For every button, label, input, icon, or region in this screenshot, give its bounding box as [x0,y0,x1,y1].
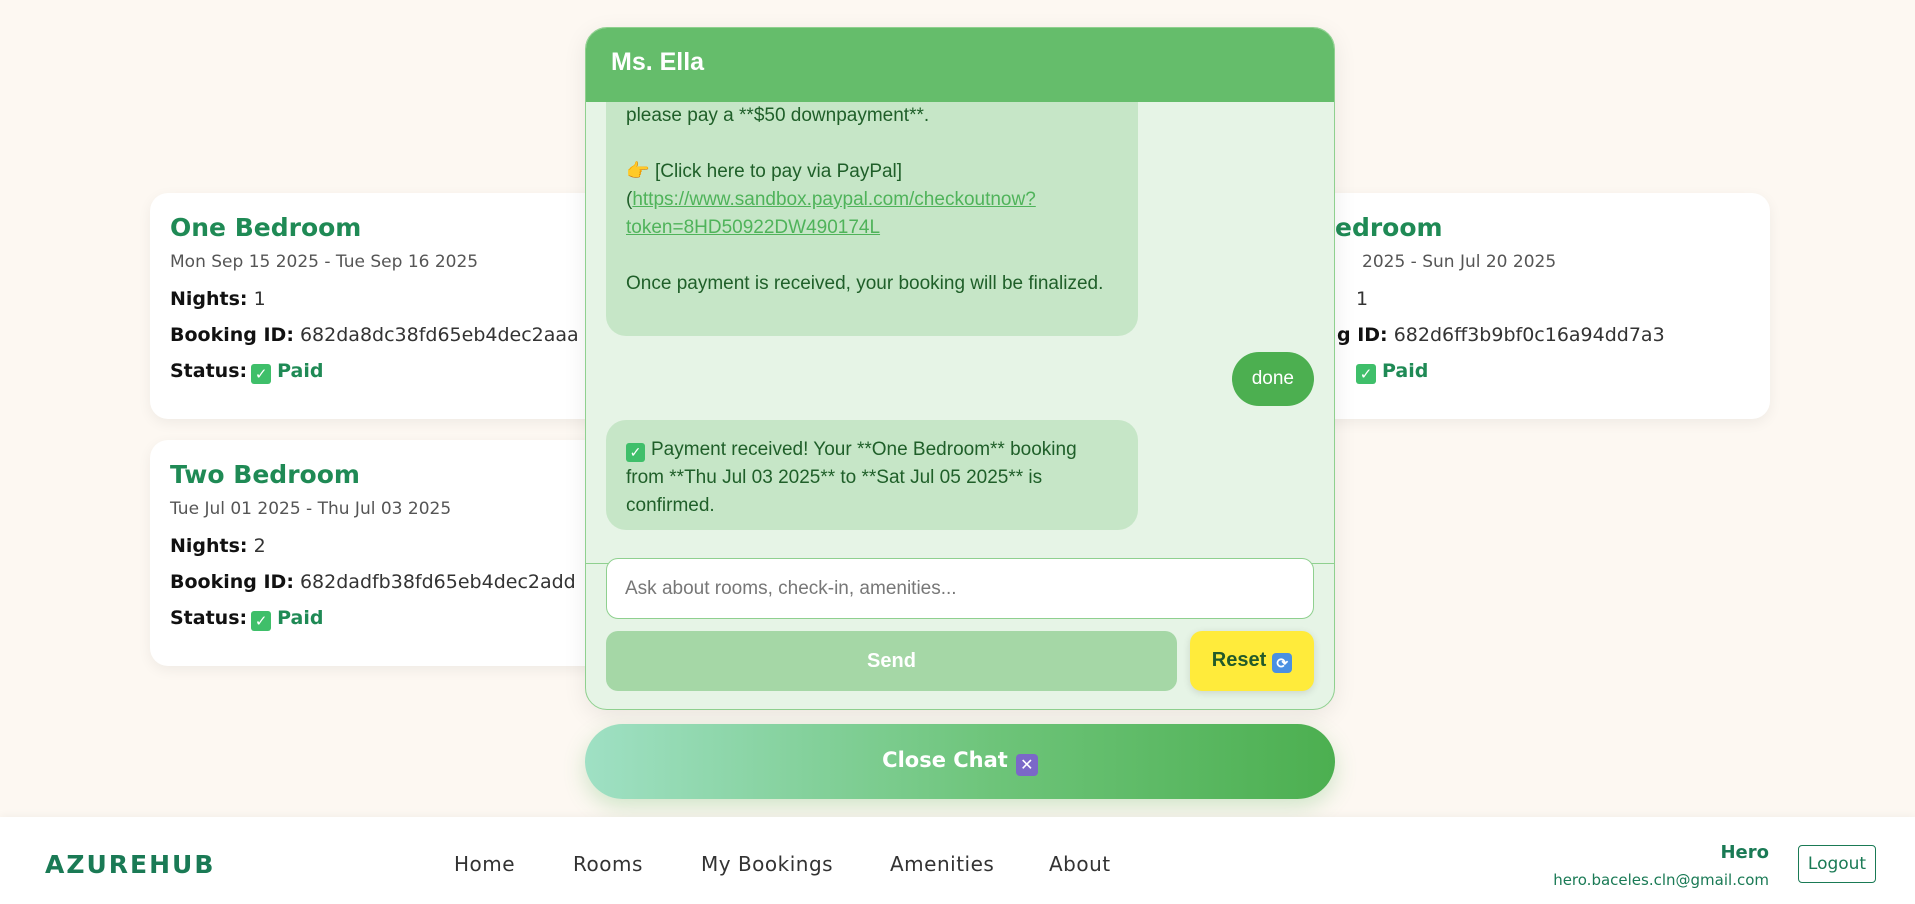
reset-label: Reset [1211,649,1267,671]
booking-status: ✓ Paid [1310,360,1750,384]
booking-id: Booking ID: 682dadfb38fd65eb4dec2add [170,571,590,593]
booking-nights: 1 [1310,288,1750,310]
status-label: Status: [170,360,248,382]
user-message: done [1231,352,1314,406]
message-text: 👉 [Click here to pay via PayPal] [626,161,903,182]
nights-value: 1 [253,288,266,310]
message-text: Once payment is received, your booking w… [626,273,1104,294]
booking-id-label: Booking ID: [170,571,294,593]
message-text: (https://www.sandbox.paypal.com/checkout… [626,189,1036,210]
status-value: Paid [1382,360,1429,382]
message-text: token=8HD50922DW490174L [626,214,1118,242]
booking-nights: Nights: 1 [170,288,590,310]
nights-value: 1 [1356,288,1369,310]
booking-id-label: g ID: [1337,324,1388,346]
booking-card: Two Bedroom Tue Jul 01 2025 - Thu Jul 03… [150,440,610,666]
check-icon: ✓ [626,443,645,462]
chat-title: Ms. Ella [586,28,1334,102]
booking-id-value: 682da8dc38fd65eb4dec2aaa [299,324,579,346]
booking-room-title: One Bedroom [170,213,362,242]
chat-window: Ms. Ella please pay a **$50 downpayment*… [585,27,1335,710]
bot-message: ✓ Payment received! Your **One Bedroom** … [606,420,1138,530]
nights-value: 2 [253,535,266,557]
bot-message: please pay a **$50 downpayment**. 👉 [Cli… [606,102,1138,336]
booking-status: Status: ✓ Paid [170,360,590,384]
booking-status: Status: ✓ Paid [170,607,590,631]
close-chat-label: Close Chat [882,747,1008,772]
booking-dates: 2025 - Sun Jul 20 2025 [1362,252,1557,272]
booking-nights: Nights: 2 [170,535,590,557]
nights-label: Nights: [170,535,248,557]
logout-button[interactable]: Logout [1798,845,1876,883]
nav-link-home[interactable]: Home [454,852,515,876]
pointing-hand-icon: 👉 [626,161,650,182]
booking-dates: Mon Sep 15 2025 - Tue Sep 16 2025 [170,252,479,272]
nav-link-rooms[interactable]: Rooms [573,852,643,876]
check-icon: ✓ [251,611,272,631]
booking-id-label: Booking ID: [170,324,294,346]
booking-id-value: 682dadfb38fd65eb4dec2add [299,571,576,593]
nights-label: Nights: [170,288,248,310]
status-label: Status: [170,607,248,629]
paypal-link[interactable]: https://www.sandbox.paypal.com/checkoutn… [632,189,1035,210]
paypal-link[interactable]: token=8HD50922DW490174L [626,217,880,238]
send-button[interactable]: Send [606,631,1177,691]
booking-room-title: Two Bedroom [170,460,360,489]
status-value: Paid [277,607,324,629]
user-email: hero.baceles.cln@gmail.com [1553,871,1769,889]
check-icon: ✓ [251,364,272,384]
booking-id: Booking ID: 682da8dc38fd65eb4dec2aaa [170,324,590,346]
nav-link-my-bookings[interactable]: My Bookings [701,852,833,876]
x-icon: ✕ [1015,753,1038,776]
nav-link-amenities[interactable]: Amenities [890,852,994,876]
user-name: Hero [1720,842,1769,863]
booking-dates: Tue Jul 01 2025 - Thu Jul 03 2025 [170,499,452,519]
nav-link-about[interactable]: About [1049,852,1111,876]
refresh-icon: ⟳ [1272,653,1293,673]
booking-id-value: 682d6ff3b9bf0c16a94dd7a3 [1393,324,1665,346]
booking-card: edroom 2025 - Sun Jul 20 2025 1 g ID: 68… [1290,193,1770,419]
navbar: AZUREHUB Home Rooms My Bookings Amenitie… [0,817,1915,904]
booking-id: g ID: 682d6ff3b9bf0c16a94dd7a3 [1310,324,1750,346]
message-text: please pay a **$50 downpayment**. [626,105,930,126]
brand-logo[interactable]: AZUREHUB [45,850,215,879]
chat-messages[interactable]: please pay a **$50 downpayment**. 👉 [Cli… [586,102,1334,564]
status-value: Paid [277,360,324,382]
booking-card: One Bedroom Mon Sep 15 2025 - Tue Sep 16… [150,193,610,419]
close-chat-button[interactable]: Close Chat ✕ [585,724,1335,799]
chat-input[interactable] [606,558,1314,619]
booking-room-title: edroom [1335,213,1443,242]
reset-button[interactable]: Reset ⟳ [1190,631,1314,691]
check-icon: ✓ [1356,364,1376,384]
message-text: ✓ Payment received! Your **One Bedroom** … [626,439,1082,516]
